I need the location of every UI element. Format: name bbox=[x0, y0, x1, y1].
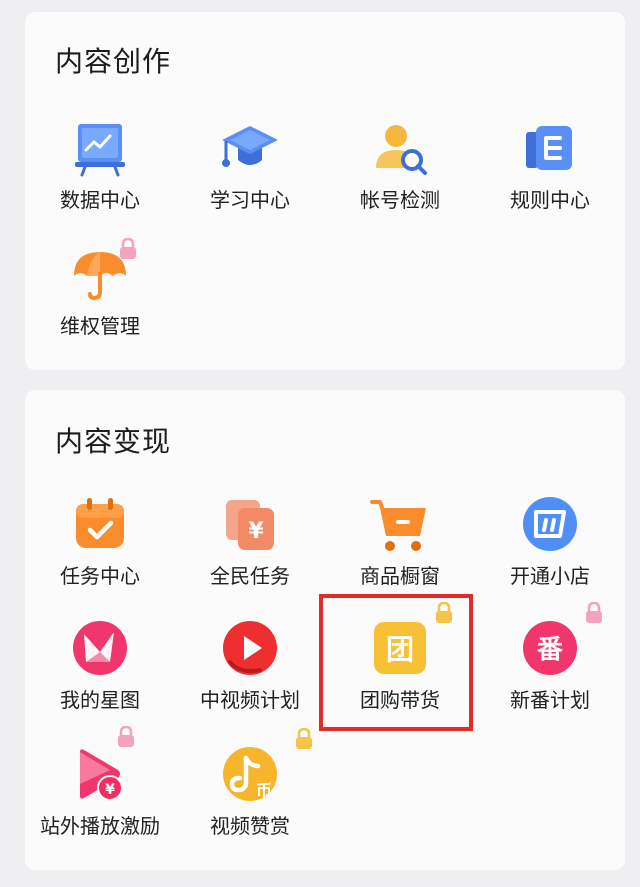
lock-icon bbox=[435, 602, 453, 624]
menu-item-open-shop[interactable]: 开通小店 bbox=[475, 488, 625, 606]
menu-item-video-tip[interactable]: 币 视频赞赏 bbox=[175, 728, 325, 856]
shopping-cart-icon bbox=[370, 494, 430, 554]
menu-item-rules-center[interactable]: 规则中心 bbox=[475, 112, 625, 230]
new-series-icon: 番 bbox=[520, 618, 580, 678]
menu-item-label: 任务中心 bbox=[60, 564, 140, 588]
group-buy-glyph: 团 bbox=[386, 633, 414, 666]
menu-item-product-showcase[interactable]: 商品橱窗 bbox=[325, 488, 475, 606]
yuan-glyph: ¥ bbox=[105, 782, 115, 798]
menu-item-label: 全民任务 bbox=[210, 564, 290, 588]
menu-item-label: 维权管理 bbox=[60, 314, 140, 338]
menu-item-learning-center[interactable]: 学习中心 bbox=[175, 112, 325, 230]
lock-icon bbox=[295, 728, 313, 750]
menu-item-account-check[interactable]: 帐号检测 bbox=[325, 112, 475, 230]
menu-item-mid-video-plan[interactable]: 中视频计划 bbox=[175, 612, 325, 730]
content-creation-card: 内容创作 数据中心 学习中心 帐号检测 规则中心 维权管理 bbox=[25, 12, 625, 370]
menu-item-label: 中视频计划 bbox=[200, 688, 300, 712]
menu-item-offsite-play-reward[interactable]: ¥ 站外播放激励 bbox=[25, 726, 175, 856]
menu-item-label: 站外播放激励 bbox=[40, 814, 160, 838]
star-map-icon bbox=[70, 618, 130, 678]
menu-item-label: 商品橱窗 bbox=[360, 564, 440, 588]
menu-item-label: 团购带货 bbox=[360, 688, 440, 712]
menu-item-task-center[interactable]: 任务中心 bbox=[25, 488, 175, 606]
coin-glyph: 币 bbox=[256, 781, 272, 800]
data-chart-icon bbox=[70, 118, 130, 178]
yuan-glyph: ¥ bbox=[248, 519, 264, 544]
lock-icon bbox=[119, 238, 137, 260]
yuan-card-icon: ¥ bbox=[220, 494, 280, 554]
menu-item-label: 学习中心 bbox=[210, 188, 290, 212]
menu-item-label: 数据中心 bbox=[60, 188, 140, 212]
new-series-glyph: 番 bbox=[537, 635, 564, 665]
content-monetization-card: 内容变现 任务中心 ¥ 全民任务 商品橱窗 开通小店 我的星图 中视频计划 团 … bbox=[25, 390, 625, 870]
menu-item-label: 新番计划 bbox=[510, 688, 590, 712]
menu-item-group-buy[interactable]: 团 团购带货 bbox=[325, 602, 475, 730]
lock-icon bbox=[117, 726, 135, 748]
calendar-check-icon bbox=[70, 494, 130, 554]
account-check-icon bbox=[370, 118, 430, 178]
lock-icon bbox=[585, 602, 603, 624]
menu-item-label: 帐号检测 bbox=[360, 188, 440, 212]
shop-badge-icon bbox=[520, 494, 580, 554]
group-buy-icon: 团 bbox=[370, 618, 430, 678]
play-reward-icon: ¥ bbox=[70, 744, 130, 804]
video-play-icon bbox=[220, 618, 280, 678]
menu-item-label: 规则中心 bbox=[510, 188, 590, 212]
rules-book-icon bbox=[520, 118, 580, 178]
menu-item-label: 视频赞赏 bbox=[210, 814, 290, 838]
graduation-cap-icon bbox=[220, 118, 280, 178]
menu-item-public-task[interactable]: ¥ 全民任务 bbox=[175, 488, 325, 606]
menu-item-new-series-plan[interactable]: 番 新番计划 bbox=[475, 602, 625, 730]
menu-item-label: 我的星图 bbox=[60, 688, 140, 712]
video-tip-icon: 币 bbox=[220, 744, 280, 804]
menu-item-star-map[interactable]: 我的星图 bbox=[25, 612, 175, 730]
menu-item-data-center[interactable]: 数据中心 bbox=[25, 112, 175, 230]
menu-item-rights-management[interactable]: 维权管理 bbox=[25, 238, 175, 356]
menu-item-label: 开通小店 bbox=[510, 564, 590, 588]
